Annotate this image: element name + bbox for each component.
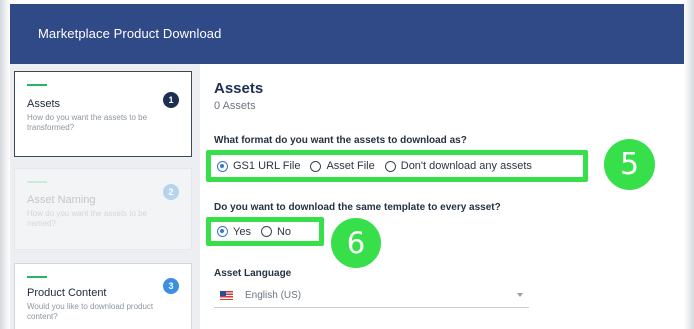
step-description: How do you want the assets to be transfo…: [27, 113, 148, 132]
radio-label: Don't download any assets: [400, 160, 532, 172]
radio-unselected-icon[interactable]: [260, 226, 272, 237]
step-title: Product Content: [27, 287, 107, 299]
callout-marker-5: 5: [604, 139, 655, 190]
step-description: How do you want the assets to be named?: [27, 209, 148, 228]
selected-language: English (US): [245, 290, 302, 301]
app-header: Marketplace Product Download: [10, 4, 684, 64]
radio-label: GS1 URL File: [233, 160, 301, 172]
language-label: Asset Language: [214, 268, 292, 279]
radio-selected-icon[interactable]: [217, 226, 228, 237]
format-option-gs1-url-file[interactable]: GS1 URL File: [217, 160, 300, 172]
step-card-asset-naming: Asset Naming How do you want the assets …: [14, 168, 192, 250]
template-radio-group: Yes No: [206, 217, 324, 246]
main-panel: Assets 0 Assets What format do you want …: [200, 64, 684, 329]
radio-label: Yes: [233, 225, 251, 238]
format-radio-group: GS1 URL File Asset File Don't download a…: [206, 150, 588, 182]
asset-language-select[interactable]: English (US): [214, 284, 529, 308]
radio-selected-icon[interactable]: [217, 160, 228, 172]
step-title: Assets: [27, 98, 61, 110]
radio-label: No: [276, 225, 292, 238]
radio-unselected-icon[interactable]: [384, 160, 396, 172]
format-option-asset-file[interactable]: Asset File: [310, 160, 375, 172]
format-option-dont-download[interactable]: Don't download any assets: [384, 160, 532, 172]
step-card-product-content[interactable]: Product Content Would you like to downlo…: [14, 263, 192, 329]
template-option-yes[interactable]: Yes: [217, 226, 251, 238]
asset-count: 0 Assets: [214, 100, 256, 112]
page-title: Assets: [214, 80, 264, 97]
window-title: Marketplace Product Download: [38, 26, 222, 41]
step-card-assets[interactable]: Assets How do you want the assets to be …: [14, 71, 192, 157]
template-option-no[interactable]: No: [260, 225, 292, 238]
radio-label: Asset File: [326, 160, 375, 172]
format-question-label: What format do you want the assets to do…: [214, 135, 467, 146]
step-description: Would you like to download product conte…: [27, 302, 154, 321]
step-accent-line: [27, 276, 47, 278]
template-question-label: Do you want to download the same templat…: [214, 202, 501, 213]
step-accent-line: [27, 84, 47, 86]
radio-unselected-icon[interactable]: [310, 160, 322, 172]
step-number-badge: 2: [163, 184, 179, 200]
us-flag-icon: [220, 291, 233, 300]
step-number-badge: 1: [163, 92, 179, 108]
callout-marker-6: 6: [331, 218, 381, 268]
dropdown-caret-icon: [517, 293, 523, 297]
step-title: Asset Naming: [27, 194, 96, 206]
step-accent-line: [27, 181, 47, 183]
step-number-badge: 3: [163, 278, 179, 294]
